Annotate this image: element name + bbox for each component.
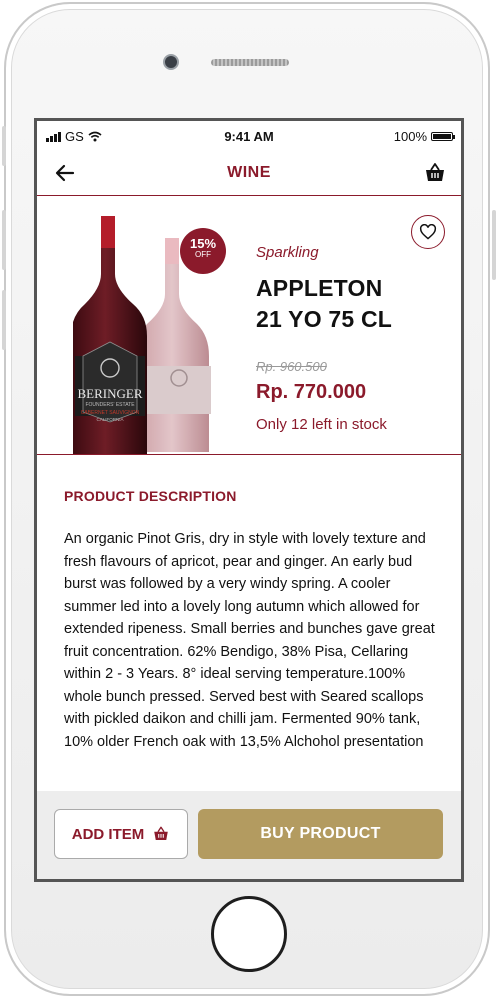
side-button-power [492, 210, 496, 280]
home-button[interactable] [211, 896, 287, 972]
side-button-volume-down [2, 290, 6, 350]
side-button-volume-up [2, 210, 6, 270]
product-info: Sparkling APPLETON 21 YO 75 CL Rp. 960.5… [256, 244, 392, 433]
bottle-region-text: CALIFORNIA [96, 417, 123, 422]
side-button-silent [2, 126, 6, 166]
product-category: Sparkling [256, 244, 319, 261]
basket-icon[interactable] [423, 161, 447, 185]
buy-product-button[interactable]: BUY PRODUCT [198, 809, 443, 859]
nav-bar: WINE [37, 151, 461, 196]
battery-percent: 100% [393, 129, 427, 144]
bottle-variety-text: CABERNET SAUVIGNON [81, 410, 140, 416]
status-bar: GS 9:41 AM 100% [37, 121, 461, 151]
app-screen: GS 9:41 AM 100% WINE BERINGER FOUNDERS' … [34, 118, 464, 882]
page-title: WINE [227, 164, 271, 181]
product-name: APPLETON 21 YO 75 CL [256, 273, 392, 335]
battery-icon [431, 132, 455, 141]
front-camera [163, 54, 179, 70]
product-name-line1: APPLETON [256, 275, 383, 301]
favorite-button[interactable] [411, 215, 445, 249]
discount-percent: 15% [189, 236, 217, 251]
stock-status: Only 12 left in stock [256, 416, 387, 433]
description-text: An organic Pinot Gris, dry in style with… [64, 531, 435, 750]
product-name-line2: 21 YO 75 CL [256, 306, 393, 332]
discount-off-label: OFF [195, 250, 211, 259]
sale-price: Rp. 770.000 [256, 381, 367, 403]
add-item-label: ADD ITEM [71, 825, 145, 843]
bottle-sublabel-text: FOUNDERS' ESTATE [85, 402, 135, 408]
add-item-button[interactable]: ADD ITEM [54, 809, 188, 859]
bottle-label-text: BERINGER [78, 386, 143, 401]
product-header: BERINGER FOUNDERS' ESTATE CABERNET SAUVI… [37, 196, 461, 455]
basket-icon [154, 826, 168, 840]
description-title: PRODUCT DESCRIPTION [64, 488, 237, 504]
status-right: 100% [393, 129, 455, 144]
discount-badge: 15% OFF [180, 228, 226, 274]
earpiece-speaker [211, 59, 289, 66]
heart-icon [419, 224, 437, 240]
action-bar: ADD ITEM BUY PRODUCT [37, 791, 461, 879]
original-price: Rp. 960.500 [256, 359, 327, 374]
